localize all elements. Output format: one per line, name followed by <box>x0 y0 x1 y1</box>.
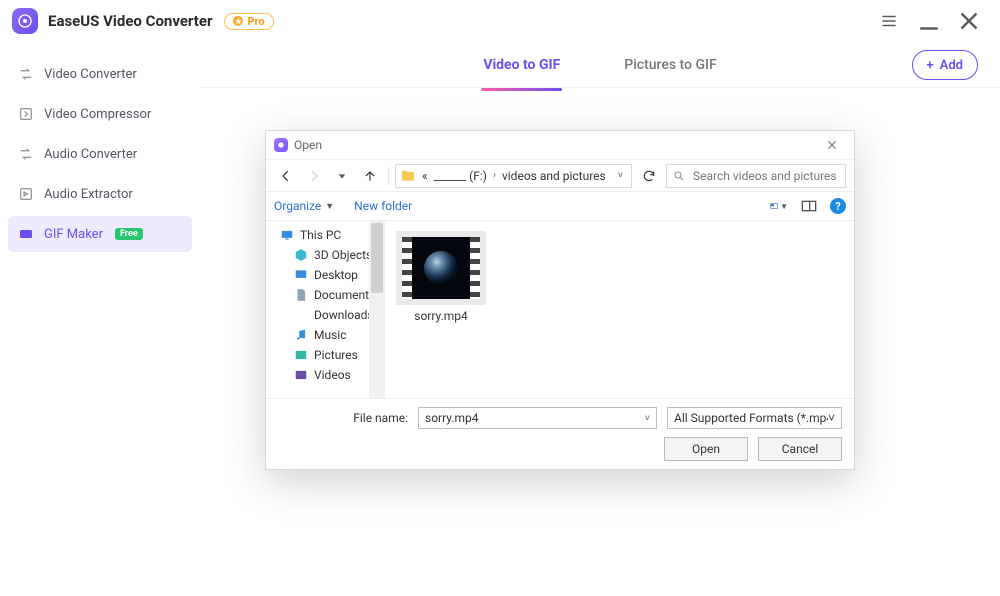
dialog-close-button[interactable] <box>818 135 846 155</box>
search-icon <box>673 170 685 182</box>
audio-extractor-icon <box>18 186 34 202</box>
new-folder-button[interactable]: New folder <box>354 199 412 213</box>
sidebar-item-audio-extractor[interactable]: Audio Extractor <box>8 176 192 212</box>
dialog-titlebar: Open <box>266 131 854 159</box>
app-logo-icon <box>12 8 38 34</box>
file-name-label: File name: <box>278 411 408 425</box>
audio-converter-icon <box>18 146 34 162</box>
view-thumbnails-button[interactable]: ▼ <box>770 198 788 214</box>
chevron-right-icon: › <box>493 170 496 181</box>
menu-button[interactable] <box>874 6 904 36</box>
file-name: sorry.mp4 <box>414 309 468 323</box>
preview-pane-button[interactable] <box>800 198 818 214</box>
organize-button[interactable]: Organize ▼ <box>274 199 334 213</box>
forward-button[interactable] <box>302 164 326 188</box>
breadcrumb[interactable]: « ______ (F:) › videos and pictures ˅ <box>395 164 632 188</box>
tabs-row: Video to GIF Pictures to GIF + Add <box>200 42 1000 88</box>
chevron-down-icon: ˅ <box>645 413 650 424</box>
document-icon <box>294 288 308 302</box>
cancel-button[interactable]: Cancel <box>758 437 842 461</box>
dialog-logo-icon <box>274 138 288 152</box>
file-name-combobox[interactable]: sorry.mp4 ˅ <box>418 407 657 429</box>
sidebar-item-gif-maker[interactable]: GIF Maker Free <box>8 216 192 252</box>
close-button[interactable] <box>954 6 984 36</box>
file-name-value: sorry.mp4 <box>425 411 479 425</box>
video-icon <box>294 368 308 382</box>
title-bar: EaseUS Video Converter ★ Pro <box>0 0 1000 42</box>
file-type-select[interactable]: All Supported Formats (*.mp4 * ˅ <box>667 407 842 429</box>
minimize-button[interactable] <box>914 6 944 36</box>
chevron-down-icon: ˅ <box>828 411 835 425</box>
app-title: EaseUS Video Converter <box>48 12 212 30</box>
folder-icon <box>400 168 416 184</box>
download-icon <box>294 308 308 322</box>
music-icon <box>294 328 308 342</box>
dialog-nav-row: « ______ (F:) › videos and pictures ˅ <box>266 159 854 191</box>
chevron-down-icon: ▼ <box>325 201 334 212</box>
recent-dropdown[interactable] <box>330 164 354 188</box>
pro-badge: ★ Pro <box>224 13 273 30</box>
search-box[interactable] <box>666 164 846 188</box>
sidebar-item-video-compressor[interactable]: Video Compressor <box>8 96 192 132</box>
converter-icon <box>18 66 34 82</box>
sidebar: Video Converter Video Compressor Audio C… <box>0 42 200 596</box>
breadcrumb-dropdown[interactable]: ˅ <box>614 170 627 181</box>
file-thumbnail <box>396 231 486 305</box>
open-file-dialog: Open « ______ (F:) › videos and pictures… <box>265 130 855 470</box>
dialog-title: Open <box>294 138 812 152</box>
folder-tree: This PC 3D Objects Desktop Documents Dow… <box>266 221 386 398</box>
file-grid: sorry.mp4 <box>386 221 854 398</box>
dialog-toolbar: Organize ▼ New folder ▼ ? <box>266 191 854 221</box>
sidebar-item-audio-converter[interactable]: Audio Converter <box>8 136 192 172</box>
refresh-button[interactable] <box>636 164 662 188</box>
help-button[interactable]: ? <box>830 198 846 214</box>
tab-video-to-gif[interactable]: Video to GIF <box>481 51 562 79</box>
cube-icon <box>294 248 308 262</box>
file-item[interactable]: sorry.mp4 <box>396 231 486 323</box>
plus-icon: + <box>927 58 934 73</box>
dialog-footer: File name: sorry.mp4 ˅ All Supported For… <box>266 398 854 469</box>
gif-icon <box>18 226 34 242</box>
dialog-body: This PC 3D Objects Desktop Documents Dow… <box>266 221 854 398</box>
compressor-icon <box>18 106 34 122</box>
desktop-icon <box>294 268 308 282</box>
tab-pictures-to-gif[interactable]: Pictures to GIF <box>622 51 718 79</box>
add-button[interactable]: + Add <box>912 50 978 80</box>
sidebar-item-video-converter[interactable]: Video Converter <box>8 56 192 92</box>
pc-icon <box>280 228 294 242</box>
open-button[interactable]: Open <box>664 437 748 461</box>
star-icon: ★ <box>233 16 243 26</box>
search-input[interactable] <box>691 168 851 184</box>
free-badge: Free <box>115 228 143 240</box>
back-button[interactable] <box>274 164 298 188</box>
picture-icon <box>294 348 308 362</box>
up-button[interactable] <box>358 164 382 188</box>
tree-scrollbar[interactable] <box>369 221 385 398</box>
